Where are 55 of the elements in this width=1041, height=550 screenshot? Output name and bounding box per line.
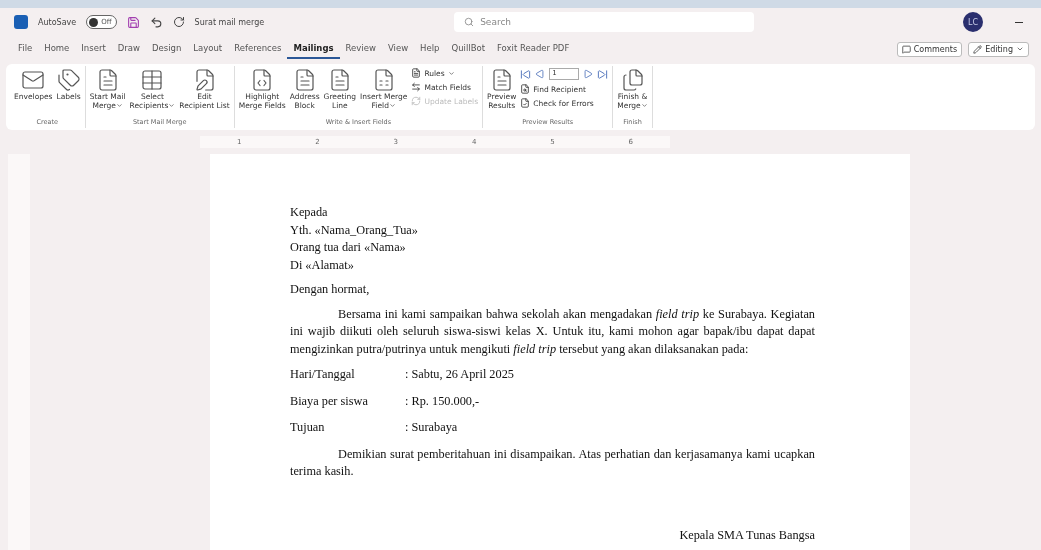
ribbon-tab[interactable]: Foxit Reader PDF xyxy=(491,39,576,59)
detail-value: : Rp. 150.000,- xyxy=(405,392,481,410)
ribbon-tab[interactable]: Insert xyxy=(75,39,112,59)
pencil-icon xyxy=(973,44,983,54)
table-icon xyxy=(140,68,165,92)
user-avatar[interactable]: LC xyxy=(963,12,983,32)
ribbon-tab[interactable]: Draw xyxy=(111,39,146,59)
minimize-icon[interactable] xyxy=(1015,21,1023,23)
ribbon-tab[interactable]: References xyxy=(228,39,288,59)
document-search-icon xyxy=(520,84,531,94)
redo-icon[interactable] xyxy=(172,16,185,28)
envelope-icon xyxy=(21,68,46,92)
editing-button[interactable]: Editing xyxy=(968,41,1029,57)
app-icon[interactable] xyxy=(14,15,28,29)
ribbon-tab[interactable]: Layout xyxy=(187,39,229,59)
letter-line: Dengan hormat, xyxy=(290,281,371,298)
next-record-icon[interactable] xyxy=(583,69,594,79)
ribbon-tab[interactable]: QuillBot xyxy=(445,39,491,59)
letter-paragraph: Demikian surat pemberitahuan ini disampaikan. Atas perhatian dan kerjasamanya kami ucapkan terima kasih. xyxy=(290,445,815,480)
last-record-icon[interactable] xyxy=(597,68,609,80)
ribbon-tab[interactable]: View xyxy=(381,39,415,59)
autosave-label: AutoSave xyxy=(38,17,77,27)
search-icon xyxy=(464,17,475,27)
detail-label: Tujuan xyxy=(290,419,326,436)
ribbon-tab[interactable]: Design xyxy=(145,39,188,59)
detail-value: : Sabtu, 26 April 2025 xyxy=(405,366,515,383)
ribbon-tab[interactable]: Home xyxy=(38,39,76,59)
first-record-icon[interactable] xyxy=(520,68,532,80)
ribbon-tab[interactable]: Help xyxy=(414,39,446,59)
arrows-icon xyxy=(411,82,422,92)
document-title[interactable]: Surat mail merge xyxy=(194,17,265,27)
letter-line: Orang tua dari «Nama» xyxy=(290,239,407,256)
search-field[interactable]: Search xyxy=(454,12,755,32)
detail-label: Biaya per siswa xyxy=(290,392,369,410)
undo-icon[interactable] xyxy=(149,15,163,29)
comment-icon xyxy=(901,44,911,54)
caret-icon xyxy=(1016,45,1024,53)
document-icon xyxy=(411,68,422,78)
letter-line: Yth. «Nama_Orang_Tua» xyxy=(290,221,419,239)
refresh-icon xyxy=(411,96,422,106)
detail-value: : Surabaya xyxy=(405,419,459,436)
letter-line: Kepada xyxy=(290,204,329,221)
ribbon-tab[interactable]: Mailings xyxy=(287,39,340,59)
save-icon[interactable] xyxy=(126,15,140,29)
ribbon-tab[interactable]: Review xyxy=(339,39,382,59)
letter-paragraph: Bersama ini kami sampaikan bahwa sekolah akan mengadakan field trip ke Surabaya. Kegiatan ini wajib diikuti oleh seluruh siswa-siswi kelas X. Untuk itu, kami mohon agar bapak/ibu dapat dapat mengizinkan putra/putrinya untuk mengikuti field trip tersebut yang akan dilaksanakan pada: xyxy=(290,305,815,358)
letter-line: Di «Alamat» xyxy=(290,256,355,274)
signature-line: Kepala SMA Tunas Bangsa xyxy=(678,526,815,544)
document-check-icon xyxy=(520,98,531,108)
documents-icon xyxy=(620,68,645,92)
detail-label: Hari/Tanggal xyxy=(290,366,356,383)
comments-button[interactable]: Comments xyxy=(896,41,963,57)
ribbon-tab[interactable]: File xyxy=(12,39,39,59)
previous-record-icon[interactable] xyxy=(535,69,546,79)
tag-icon xyxy=(56,68,81,92)
